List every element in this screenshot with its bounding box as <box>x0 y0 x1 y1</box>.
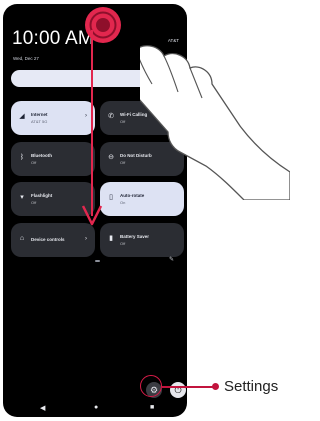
callout-label-settings: Settings <box>224 378 279 395</box>
battery-icon: ▮ <box>109 235 113 242</box>
callout-dot <box>212 383 219 390</box>
swipe-down-arrow-icon <box>81 30 103 226</box>
do-not-disturb-icon: ⊖ <box>108 154 114 161</box>
tile-title: Internet <box>31 112 48 117</box>
tile-title: Bluetooth <box>31 153 52 158</box>
date: Wed, Dec 27 <box>13 56 39 61</box>
phone-wifi-icon: ✆ <box>108 113 114 120</box>
navigation-bar: ◀ ● ■ <box>3 402 187 417</box>
tile-battery-saver[interactable]: ▮ Battery Saver Off <box>100 223 184 257</box>
qs-footer: ✎ <box>3 256 187 268</box>
back-icon[interactable]: ◀ <box>40 404 45 412</box>
tile-subtitle: Off <box>31 200 37 205</box>
home-icon: ⌂ <box>19 235 25 242</box>
recents-icon[interactable]: ■ <box>150 404 154 411</box>
tile-subtitle: Off <box>31 160 37 165</box>
tile-title: Battery Saver <box>120 234 150 239</box>
home-nav-icon[interactable]: ● <box>94 404 98 411</box>
tile-title: Device controls <box>31 237 65 242</box>
bluetooth-icon: ᛒ <box>19 154 25 161</box>
tile-subtitle: Off <box>120 119 126 124</box>
flashlight-icon: ▾ <box>20 194 24 201</box>
power-icon[interactable]: ⏻ <box>170 382 186 398</box>
tile-subtitle: On <box>120 200 126 205</box>
page-indicator <box>95 260 100 262</box>
tile-title: Flashlight <box>31 193 53 198</box>
callout-line <box>162 386 216 388</box>
tile-subtitle: AT&T 5G <box>31 119 48 124</box>
settings-highlight-ring <box>140 375 162 397</box>
tile-subtitle: Off <box>120 160 126 165</box>
tile-subtitle: Off <box>120 241 126 246</box>
chevron-right-icon: › <box>85 236 87 242</box>
auto-rotate-icon: ▯ <box>109 194 113 201</box>
hand-illustration-icon <box>140 45 290 200</box>
wifi-icon: ◢ <box>19 113 25 120</box>
edit-pencil-icon[interactable]: ✎ <box>169 256 174 263</box>
